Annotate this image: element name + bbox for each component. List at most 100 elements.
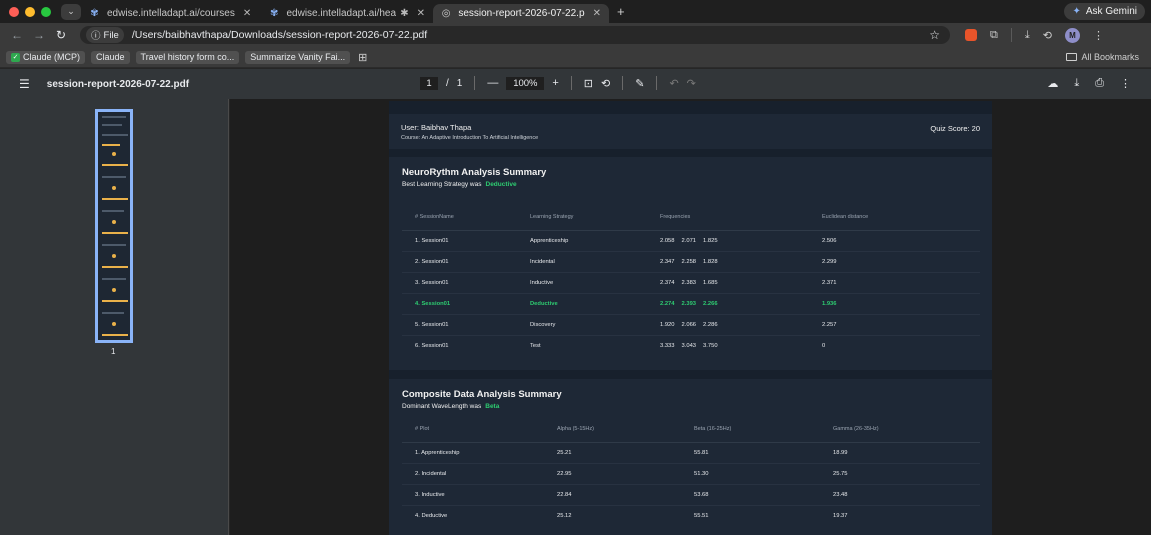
tab-strip: ⌄ ✾ edwise.intelladapt.ai/courses ✕ ✾ ed… <box>0 0 1151 23</box>
dominant-wavelength-line: Dominant WaveLength was Beta <box>402 403 499 410</box>
best-strategy-line: Best Learning Strategy was Deductive <box>402 181 517 188</box>
column-header: Frequencies <box>647 205 809 231</box>
table-row: 1. Session01 Apprenticeship 2.058 2.071 1.… <box>402 230 980 252</box>
rotate-icon[interactable]: ⟲ <box>601 77 610 90</box>
pdf-controls: 1 / 1 — 100% + ⊡ ⟲ ✎ ↶ ↷ <box>420 76 696 90</box>
redo-icon[interactable]: ↷ <box>687 77 696 90</box>
euclidean-distance: 2.371 <box>809 272 980 294</box>
session-name: 1. Session01 <box>402 230 517 252</box>
tab-session-report[interactable]: ◎ session-report-2026-07-22.pdf ✕ <box>433 4 609 23</box>
page-thumbnail[interactable] <box>95 109 133 343</box>
bookmark-claude[interactable]: Claude <box>91 50 130 64</box>
maximize-window-button[interactable] <box>41 6 51 17</box>
alpha-value: 22.95 <box>544 463 681 485</box>
gamma-value: 23.48 <box>820 484 980 506</box>
zoom-out-icon[interactable]: — <box>487 77 498 89</box>
url-text[interactable]: /Users/baibhavthapa/Downloads/session-re… <box>132 29 427 41</box>
tab-search-button[interactable]: ⌄ <box>61 3 81 20</box>
bookmarks-bar: ✓ Claude (MCP) Claude Travel history for… <box>0 47 1151 68</box>
zoom-in-icon[interactable]: + <box>552 77 558 89</box>
session-name: 4. Session01 <box>402 293 517 315</box>
more-actions-icon[interactable]: ⋮ <box>1120 77 1131 90</box>
frequencies: 2.347 2.258 1.828 <box>647 251 809 273</box>
bookmark-label: Travel history form co... <box>140 52 235 62</box>
close-icon[interactable]: ✕ <box>243 8 251 19</box>
all-bookmarks-button[interactable]: All Bookmarks <box>1066 52 1139 62</box>
sync-icon[interactable]: ⟲ <box>1043 29 1052 42</box>
pdf-document-area: User: Baibhav Thapa Course: An Adaptive … <box>230 99 1151 535</box>
bookmark-travel-history[interactable]: Travel history form co... <box>135 50 240 64</box>
frequency-value: 3.750 <box>703 342 718 349</box>
all-bookmarks-label: All Bookmarks <box>1081 52 1139 62</box>
beta-value: 51.30 <box>681 463 820 485</box>
best-strategy-label: Best Learning Strategy was <box>402 181 482 188</box>
page-total: 1 <box>456 77 463 89</box>
back-icon[interactable]: ← <box>6 28 28 42</box>
close-window-button[interactable] <box>9 6 19 17</box>
avatar[interactable]: M <box>1064 27 1080 43</box>
frequency-value: 2.274 <box>660 300 675 307</box>
frequency-value: 1.825 <box>703 237 718 244</box>
table-header-row: # SessionName Learning Strategy Frequenc… <box>402 205 980 231</box>
quiz-score: Quiz Score: 20 <box>930 124 980 133</box>
forward-icon[interactable]: → <box>28 28 50 42</box>
frequency-value: 1.920 <box>660 321 675 328</box>
page-number-input[interactable]: 1 <box>420 76 438 90</box>
extensions-puzzle-icon[interactable]: ⧉ <box>990 29 998 42</box>
checkbox-icon: ✓ <box>11 52 20 62</box>
gamma-value: 18.99 <box>820 442 980 464</box>
menu-icon[interactable]: ☰ <box>19 77 30 91</box>
print-icon[interactable]: ⎙ <box>1095 77 1104 90</box>
best-strategy-value: Deductive <box>485 181 517 188</box>
bookmark-claude-mcp[interactable]: ✓ Claude (MCP) <box>6 50 86 64</box>
table-row: 3. Session01 Inductive 2.374 2.383 1.685 2… <box>402 272 980 294</box>
close-icon[interactable]: ✕ <box>417 8 425 19</box>
euclidean-distance: 0 <box>822 342 826 349</box>
folder-icon <box>1066 53 1078 61</box>
column-header: # Plot <box>402 417 544 443</box>
zoom-input[interactable]: 100% <box>506 76 545 90</box>
frequency-value: 2.266 <box>703 300 718 307</box>
frequency-value: 2.286 <box>703 321 718 328</box>
session-name: 3. Session01 <box>402 272 517 294</box>
learning-strategy: Test <box>530 342 541 349</box>
new-tab-button[interactable]: + <box>617 4 625 19</box>
bookmark-star-icon[interactable]: ☆ <box>929 28 940 42</box>
ask-gemini-label: Ask Gemini <box>1085 6 1137 17</box>
scheme-label: File <box>103 29 119 41</box>
user-info-card: User: Baibhav Thapa Course: An Adaptive … <box>389 114 992 149</box>
address-bar[interactable]: ⓘ File /Users/baibhavthapa/Downloads/ses… <box>80 26 950 44</box>
annotate-icon[interactable]: ✎ <box>635 77 644 90</box>
page-separator: / <box>446 77 449 89</box>
table-row-best: 4. Session01 Deductive 2.274 2.393 2.266 1… <box>402 293 980 315</box>
tab-groups-icon[interactable]: ⊞ <box>358 51 367 64</box>
site-info-chip[interactable]: ⓘ File <box>86 27 124 43</box>
column-header: Euclidean distance <box>809 205 980 231</box>
reload-icon[interactable]: ↻ <box>50 28 72 42</box>
column-header: Alpha (5-15Hz) <box>544 417 681 443</box>
fit-page-icon[interactable]: ⊡ <box>584 77 593 90</box>
tab-head[interactable]: ✾ edwise.intelladapt.ai/head ✱ ✕ <box>261 4 433 23</box>
frequencies: 1.920 2.066 2.286 <box>647 314 809 336</box>
download-icon[interactable]: ⤓ <box>1025 29 1030 42</box>
download-icon[interactable]: ⤓ <box>1074 77 1079 90</box>
frequencies: 2.374 2.383 1.685 <box>647 272 809 294</box>
alpha-value: 25.21 <box>544 442 681 464</box>
dominant-wavelength-value: Beta <box>485 403 500 410</box>
toolbar-divider <box>1010 28 1012 42</box>
minimize-window-button[interactable] <box>25 6 35 17</box>
column-header: Gamma (26-35Hz) <box>820 417 980 443</box>
euclidean-distance: 2.506 <box>809 230 980 252</box>
tab-courses[interactable]: ✾ edwise.intelladapt.ai/courses ✕ <box>81 4 261 23</box>
save-to-drive-icon[interactable]: ☁ <box>1047 77 1058 90</box>
more-menu-icon[interactable]: ⋮ <box>1093 29 1104 42</box>
extension-icon[interactable] <box>965 29 977 41</box>
ask-gemini-button[interactable]: ✦ Ask Gemini <box>1064 3 1145 20</box>
close-icon[interactable]: ✕ <box>593 8 601 19</box>
info-icon: ⓘ <box>91 31 101 42</box>
sound-icon: ✱ <box>400 8 409 19</box>
bookmark-summarize-vanity[interactable]: Summarize Vanity Fai... <box>245 50 351 64</box>
pdf-actions: ☁ ⤓ ⎙ ⋮ <box>1047 77 1131 90</box>
undo-icon[interactable]: ↶ <box>669 77 678 90</box>
bookmark-label: Summarize Vanity Fai... <box>250 52 346 62</box>
